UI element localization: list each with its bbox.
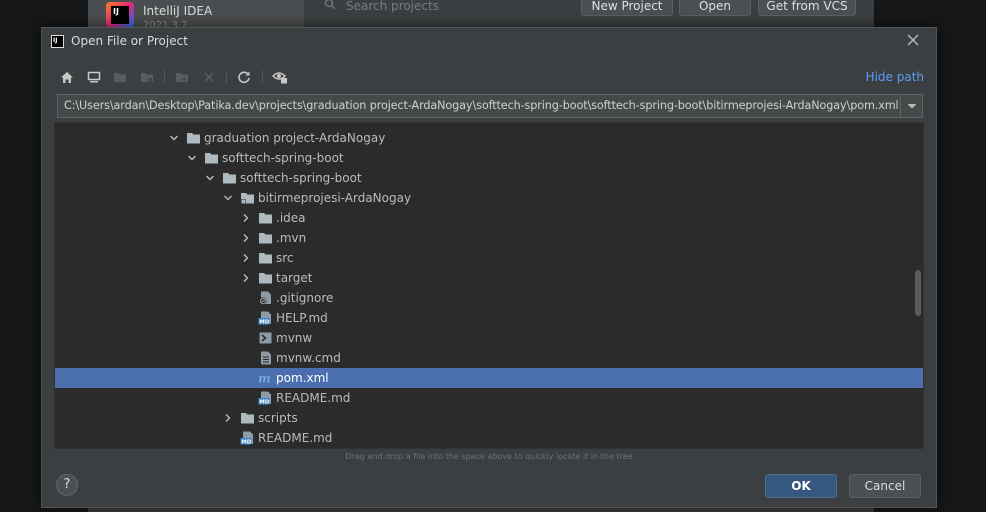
tree-folder-row[interactable]: softtech-spring-boot	[55, 168, 923, 188]
close-icon[interactable]	[906, 33, 920, 47]
tree-item-label: mvnw	[276, 331, 313, 345]
module-folder-icon	[241, 193, 254, 204]
get-from-vcs-button[interactable]: Get from VCS	[758, 0, 856, 16]
tree-item-label: .mvn	[276, 231, 307, 245]
tree-scrollbar[interactable]	[915, 270, 921, 316]
chevron-down-icon[interactable]	[187, 153, 197, 163]
help-button[interactable]: ?	[56, 474, 78, 496]
open-file-dialog: IJ Open File or Project Hide path C:\Use…	[41, 27, 937, 508]
intellij-logo-icon: IJ	[106, 2, 134, 28]
chevron-right-icon[interactable]	[241, 273, 251, 283]
tree-item-label: README.md	[258, 431, 333, 445]
path-field[interactable]: C:\Users\ardan\Desktop\Patika.dev\projec…	[57, 94, 923, 118]
drag-drop-hint: Drag and drop a file into the space abov…	[345, 452, 633, 461]
md-file-icon: MD	[240, 431, 253, 445]
maven-file-icon: m	[258, 372, 271, 386]
toolbar-separator	[261, 70, 263, 84]
tree-item-label: .idea	[276, 211, 306, 225]
tree-item-label: .gitignore	[276, 291, 334, 305]
file-tree[interactable]: graduation project-ArdaNogay softtech-spr…	[54, 122, 924, 449]
refresh-icon[interactable]	[235, 68, 253, 86]
ok-button[interactable]: OK	[765, 474, 837, 498]
chevron-down-icon[interactable]	[205, 173, 215, 183]
toolbar-separator	[226, 70, 227, 84]
tree-file-row[interactable]: .gitignore	[55, 288, 923, 308]
tree-file-row[interactable]: mvnw.cmd	[55, 348, 923, 368]
dialog-title: Open File or Project	[71, 34, 188, 48]
tree-item-label: scripts	[258, 411, 298, 425]
md-file-icon: MD	[258, 311, 271, 325]
tree-folder-row[interactable]: scripts	[55, 408, 923, 428]
tree-file-row[interactable]: m pom.xml	[55, 368, 923, 388]
svg-text:MD: MD	[259, 400, 269, 405]
tree-item-label: README.md	[276, 391, 351, 405]
tree-file-row[interactable]: MD HELP.md	[55, 308, 923, 328]
folder-icon	[187, 133, 200, 144]
gitignore-file-icon	[259, 291, 271, 305]
search-projects-input[interactable]: Search projects	[346, 0, 439, 13]
chevron-down-icon[interactable]	[169, 133, 179, 143]
search-icon	[324, 0, 336, 10]
open-button[interactable]: Open	[679, 0, 751, 16]
welcome-app-header: IJ IntelliJ IDEA 2021.3.2	[88, 0, 304, 31]
folder-icon	[259, 213, 272, 224]
tree-item-label: softtech-spring-boot	[240, 171, 362, 185]
tree-item-label: src	[276, 251, 294, 265]
svg-text:MD: MD	[241, 440, 251, 445]
tree-folder-row[interactable]: target	[55, 268, 923, 288]
tree-file-row[interactable]: mvnw	[55, 328, 923, 348]
welcome-app-name: IntelliJ IDEA	[143, 4, 213, 18]
new-folder-icon	[173, 68, 191, 86]
home-icon[interactable]	[58, 68, 76, 86]
tree-folder-row[interactable]: .mvn	[55, 228, 923, 248]
cancel-button[interactable]: Cancel	[849, 474, 921, 498]
tree-item-label: HELP.md	[276, 311, 328, 325]
folder-icon	[205, 153, 218, 164]
chevron-right-icon[interactable]	[241, 253, 251, 263]
tree-file-row[interactable]: MD README.md	[55, 388, 923, 408]
tree-file-row[interactable]: MD README.md	[55, 428, 923, 448]
tree-folder-row[interactable]: .idea	[55, 208, 923, 228]
show-hidden-icon[interactable]	[271, 68, 289, 86]
project-folder-icon	[111, 68, 129, 86]
svg-text:MD: MD	[259, 320, 269, 325]
tree-item-label: pom.xml	[276, 371, 329, 385]
folder-icon	[259, 233, 272, 244]
tree-item-label: bitirmeprojesi-ArdaNogay	[258, 191, 412, 205]
shell-file-icon	[259, 332, 272, 344]
chevron-right-icon[interactable]	[241, 213, 251, 223]
path-field-value: C:\Users\ardan\Desktop\Patika.dev\projec…	[64, 99, 899, 112]
chevron-right-icon[interactable]	[241, 233, 251, 243]
tree-folder-row[interactable]: bitirmeprojesi-ArdaNogay	[55, 188, 923, 208]
desktop-icon[interactable]	[85, 68, 103, 86]
folder-icon	[259, 253, 272, 264]
file-chooser-toolbar	[58, 68, 297, 86]
chevron-right-icon[interactable]	[223, 413, 233, 423]
tree-item-label: softtech-spring-boot	[222, 151, 344, 165]
tree-item-label: graduation project-ArdaNogay	[204, 131, 386, 145]
intellij-small-icon: IJ	[51, 35, 64, 48]
svg-text:m: m	[258, 372, 271, 386]
folder-icon	[241, 413, 254, 424]
tree-item-label: target	[276, 271, 313, 285]
folder-icon	[259, 273, 272, 284]
text-file-icon	[261, 351, 271, 365]
module-folder-icon	[138, 68, 156, 86]
md-file-icon: MD	[258, 391, 271, 405]
toolbar-separator	[164, 70, 165, 84]
folder-icon	[223, 173, 236, 184]
chevron-down-icon[interactable]	[223, 193, 233, 203]
delete-icon	[200, 68, 218, 86]
chevron-down-icon	[907, 104, 917, 109]
new-project-button[interactable]: New Project	[581, 0, 673, 16]
tree-folder-row[interactable]: graduation project-ArdaNogay	[55, 128, 923, 148]
hide-path-link[interactable]: Hide path	[866, 70, 924, 84]
tree-folder-row[interactable]: softtech-spring-boot	[55, 148, 923, 168]
tree-item-label: mvnw.cmd	[276, 351, 341, 365]
path-history-dropdown[interactable]	[900, 95, 922, 117]
dialog-titlebar: IJ Open File or Project	[42, 28, 936, 55]
tree-folder-row[interactable]: src	[55, 248, 923, 268]
